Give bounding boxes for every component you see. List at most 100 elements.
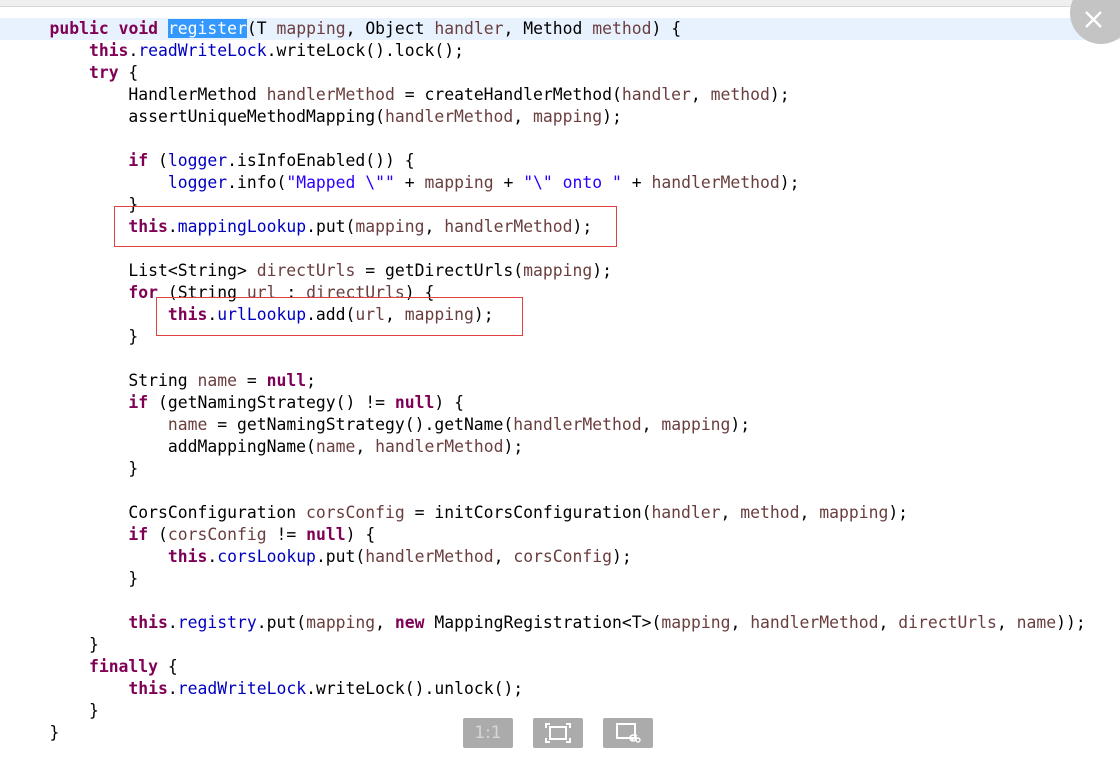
- code-token-var: method: [592, 19, 652, 38]
- code-token: .put(: [315, 547, 366, 566]
- code-line: }: [0, 568, 1120, 590]
- fit-window-button[interactable]: [533, 718, 583, 748]
- code-token: List<String>: [10, 261, 257, 280]
- code-token: +: [493, 173, 524, 192]
- code-token: ) {: [651, 19, 682, 38]
- code-token-var: mapping: [661, 415, 731, 434]
- code-token: }: [10, 701, 99, 720]
- code-token-kw: this: [128, 679, 168, 698]
- code-line: }: [0, 458, 1120, 480]
- code-token-field: logger: [167, 151, 228, 170]
- code-token-kw: null: [266, 371, 307, 390]
- annotation-box-mapping-lookup: [114, 206, 617, 247]
- code-token-var: handlerMethod: [384, 107, 514, 126]
- code-token-var: name: [315, 437, 356, 456]
- code-line: name = getNamingStrategy().getName(handl…: [0, 414, 1120, 436]
- code-token-var: mapping: [424, 173, 494, 192]
- code-token-kw: if: [128, 525, 149, 544]
- code-token: );: [602, 107, 622, 126]
- open-original-icon: [616, 723, 641, 743]
- code-line: HandlerMethod handlerMethod = createHand…: [0, 84, 1120, 106]
- code-token: = createHandlerMethod(: [394, 85, 622, 104]
- open-original-button[interactable]: [603, 718, 653, 748]
- code-token: }: [10, 723, 60, 742]
- code-token: .: [207, 547, 218, 566]
- code-token: = initCorsConfiguration(: [404, 503, 652, 522]
- code-line: this.corsLookup.put(handlerMethod, corsC…: [0, 546, 1120, 568]
- code-token-sel: register: [167, 19, 247, 38]
- code-token: ;: [306, 371, 316, 390]
- code-line: this.readWriteLock.writeLock().unlock();: [0, 678, 1120, 700]
- code-token: );: [769, 85, 790, 104]
- code-token: MappingRegistration<T>(: [424, 613, 662, 632]
- code-token: {: [158, 657, 178, 676]
- code-token: .isInfoEnabled()) {: [227, 151, 415, 170]
- code-token-kw: null: [394, 393, 435, 412]
- code-token-kw: this: [128, 613, 168, 632]
- code-line: if (logger.isInfoEnabled()) {: [0, 150, 1120, 172]
- code-token: +: [394, 173, 425, 192]
- code-line: if (getNamingStrategy() != null) {: [0, 392, 1120, 414]
- image-viewer: public void register(T mapping, Object h…: [0, 6, 1120, 758]
- code-token-var: handlerMethod: [750, 613, 879, 632]
- code-token-field: logger: [167, 173, 228, 192]
- code-token-kw: if: [128, 151, 149, 170]
- code-line: String name = null;: [0, 370, 1120, 392]
- code-token-kw: void: [118, 19, 159, 38]
- code-token: = getDirectUrls(: [355, 261, 524, 280]
- code-token-var: corsConfig: [306, 503, 405, 522]
- annotation-box-url-lookup: [156, 297, 523, 336]
- code-token: addMappingName(: [10, 437, 316, 456]
- actual-size-label: 1:1: [474, 723, 502, 743]
- code-line: if (corsConfig != null) {: [0, 524, 1120, 546]
- code-token: .: [128, 41, 139, 60]
- code-token: ,: [799, 503, 820, 522]
- code-token-var: mapping: [533, 107, 603, 126]
- code-token: ,: [996, 613, 1017, 632]
- code-token: ) {: [345, 525, 376, 544]
- code-token-kw: null: [306, 525, 346, 544]
- code-token: );: [592, 261, 612, 280]
- code-token-var: name: [167, 415, 208, 434]
- code-token: }: [10, 327, 139, 346]
- code-token-var: mapping: [819, 503, 889, 522]
- code-line: CorsConfiguration corsConfig = initCorsC…: [0, 502, 1120, 524]
- code-editor: public void register(T mapping, Object h…: [0, 7, 1120, 758]
- code-token-var: handlerMethod: [375, 437, 504, 456]
- code-token-var: corsConfig: [513, 547, 613, 566]
- code-line: addMappingName(name, handlerMethod);: [0, 436, 1120, 458]
- code-token: );: [888, 503, 909, 522]
- code-token: = getNamingStrategy().getName(: [207, 415, 514, 434]
- code-token-kw: finally: [88, 657, 159, 676]
- code-token: ,: [355, 437, 376, 456]
- code-line: public void register(T mapping, Object h…: [0, 18, 1120, 40]
- code-token: , Object: [345, 19, 435, 38]
- code-token: ,: [690, 85, 711, 104]
- code-token-kw: for: [128, 283, 159, 302]
- code-token-kw: this: [167, 547, 208, 566]
- code-token: );: [503, 437, 524, 456]
- actual-size-button[interactable]: 1:1: [463, 718, 513, 748]
- code-token: =: [236, 371, 267, 390]
- code-token-var: mapping: [276, 19, 346, 38]
- code-token: ,: [375, 613, 395, 632]
- code-token: ,: [513, 107, 534, 126]
- code-token: !=: [266, 525, 307, 544]
- code-line: finally {: [0, 656, 1120, 678]
- code-token: (getNamingStrategy() !=: [148, 393, 395, 412]
- code-token: );: [779, 173, 800, 192]
- code-token-var: name: [1016, 613, 1057, 632]
